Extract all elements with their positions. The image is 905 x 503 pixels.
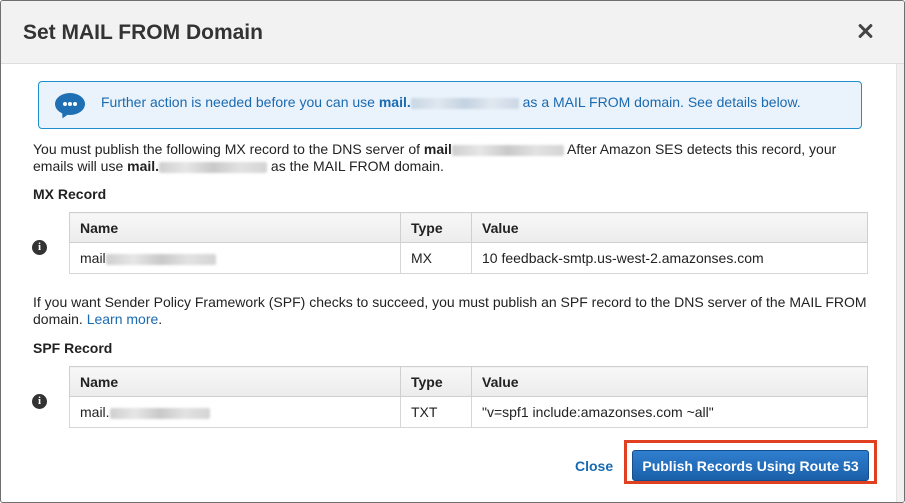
mx-intro-part4: as the MAIL FROM domain. — [267, 158, 444, 174]
redacted-domain — [105, 253, 216, 265]
spf-value-cell: "v=spf1 include:amazonses.com ~all" — [471, 396, 868, 428]
notice-text-after: as a MAIL FROM domain. See details below… — [518, 94, 801, 110]
mx-intro-domain1: mail — [423, 141, 452, 157]
mx-intro-part3: emails will use — [33, 158, 128, 174]
redacted-domain — [159, 161, 268, 173]
spf-intro-line1: If you want Sender Policy Framework (SPF… — [33, 294, 867, 310]
spf-name-cell: mail. — [69, 396, 401, 428]
redacted-domain — [410, 97, 519, 109]
redacted-domain — [109, 407, 210, 419]
mx-intro-part2: After Amazon SES detects this record, yo… — [563, 141, 837, 157]
close-icon[interactable] — [852, 18, 878, 44]
dialog-title: Set MAIL FROM Domain — [23, 21, 263, 44]
info-icon[interactable]: i — [32, 240, 47, 255]
mx-intro-text: You must publish the following MX record… — [33, 141, 873, 175]
notice-text-before: Further action is needed before you can … — [101, 94, 379, 110]
column-value: Value — [471, 212, 868, 243]
mx-type-cell: MX — [400, 242, 472, 274]
spf-intro-line2: domain. — [33, 311, 83, 327]
spf-type-cell: TXT — [400, 396, 472, 428]
table-header-row: Name Type Value — [69, 212, 868, 243]
set-mail-from-dialog: Set MAIL FROM Domain Further action is n… — [0, 0, 905, 503]
chat-bubble-icon — [55, 93, 85, 121]
column-type: Type — [400, 366, 472, 397]
table-row: mail MX 10 feedback-smtp.us-west-2.amazo… — [69, 242, 868, 274]
redacted-domain — [451, 144, 564, 156]
table-row: mail. TXT "v=spf1 include:amazonses.com … — [69, 396, 868, 428]
mx-value-cell: 10 feedback-smtp.us-west-2.amazonses.com — [471, 242, 868, 274]
mx-intro-domain2: mail. — [127, 158, 160, 174]
learn-more-link[interactable]: Learn more — [87, 311, 159, 327]
notice-domain: mail. — [378, 94, 411, 110]
info-icon[interactable]: i — [32, 394, 47, 409]
mx-intro-part1: You must publish the following MX record… — [33, 141, 424, 157]
mx-record-heading: MX Record — [33, 186, 107, 202]
spf-name: mail. — [80, 404, 110, 420]
publish-records-button[interactable]: Publish Records Using Route 53 — [632, 450, 869, 481]
dialog-header: Set MAIL FROM Domain — [1, 1, 904, 64]
column-name: Name — [69, 366, 401, 397]
close-button[interactable]: Close — [575, 458, 613, 474]
spf-intro-text: If you want Sender Policy Framework (SPF… — [33, 294, 873, 328]
column-type: Type — [400, 212, 472, 243]
spf-record-table: Name Type Value mail. TXT "v=spf1 includ… — [69, 366, 868, 428]
column-name: Name — [69, 212, 401, 243]
notice-box: Further action is needed before you can … — [38, 81, 862, 129]
mx-name: mail — [80, 250, 106, 266]
spf-record-heading: SPF Record — [33, 340, 113, 356]
column-value: Value — [471, 366, 868, 397]
mx-name-cell: mail — [69, 242, 401, 274]
spf-intro-end: . — [158, 311, 163, 327]
scrollbar[interactable] — [896, 64, 904, 502]
notice-text: Further action is needed before you can … — [101, 94, 801, 110]
mx-record-table: Name Type Value mail MX 10 feedback-smtp… — [69, 212, 868, 274]
table-header-row: Name Type Value — [69, 366, 868, 397]
